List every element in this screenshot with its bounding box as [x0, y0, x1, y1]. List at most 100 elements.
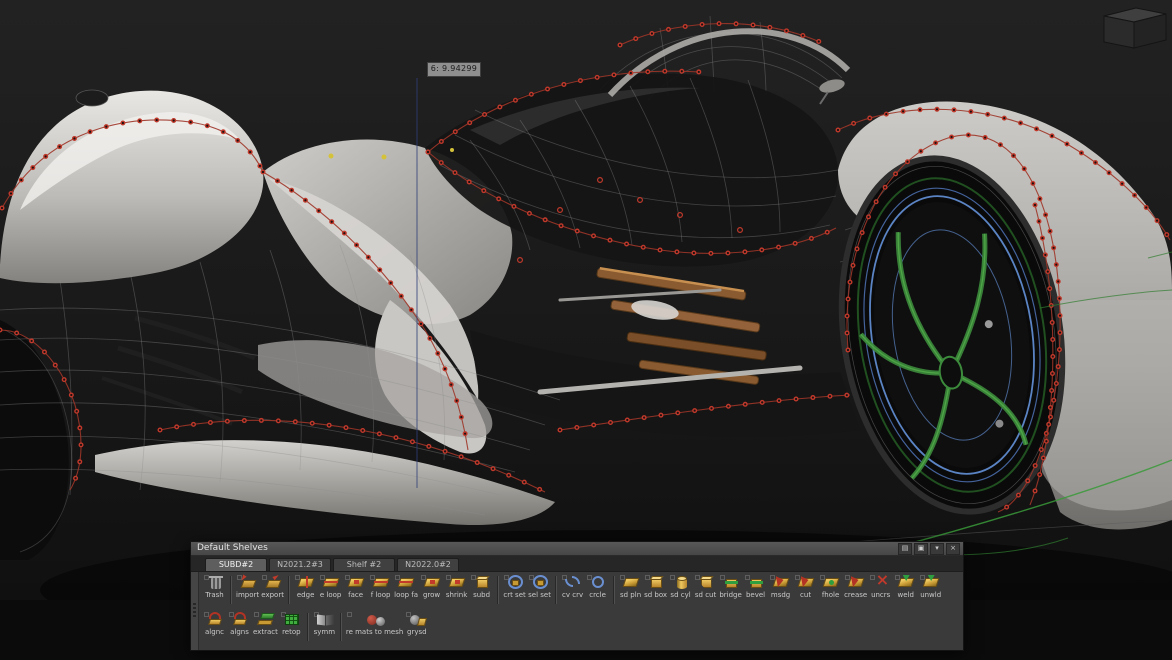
shelf-button-label: re mats to mesh: [346, 628, 403, 637]
shelf-button-sd-pln[interactable]: sd pln: [618, 573, 643, 600]
weld-icon: [920, 575, 942, 590]
shelf-button-fhole[interactable]: fhole: [818, 573, 843, 600]
shelf-button-label: sd box: [644, 591, 667, 600]
shelf-button-label: fhole: [822, 591, 839, 600]
viewcube[interactable]: [1104, 8, 1166, 48]
shelf-button-uncrs[interactable]: uncrs: [868, 573, 893, 600]
shelf-button-re-mats-to-mesh[interactable]: re mats to mesh: [345, 610, 404, 637]
cube-gold-icon: [471, 575, 493, 590]
shelf-button-label: grow: [423, 591, 440, 600]
symmetry-icon: [313, 612, 335, 627]
shelf-button-extract[interactable]: extract: [252, 610, 279, 637]
tab-n2021-2-3[interactable]: N2021.2#3: [269, 558, 331, 571]
tab-shelf-2[interactable]: Shelf #2: [333, 558, 395, 571]
plane-fold-icon: [795, 575, 817, 590]
shelf-button-cv-crv[interactable]: cv crv: [560, 573, 585, 600]
shelf-button-label: import: [236, 591, 259, 600]
shelf-button-label: grysd: [407, 628, 427, 637]
tab-subd-2[interactable]: SUBD#2: [205, 558, 267, 571]
shelf-button-label: e loop: [320, 591, 342, 600]
shelf-button-label: msdg: [771, 591, 790, 600]
shelf-button-e-loop[interactable]: e loop: [318, 573, 343, 600]
group-divider: [288, 576, 290, 604]
cube-green-icon: [720, 575, 742, 590]
plane-red-face-icon: [345, 575, 367, 590]
shelf-button-algns[interactable]: algns: [227, 610, 252, 637]
plane-gold-icon: [620, 575, 642, 590]
shelf-button-unwld[interactable]: unwld: [918, 573, 943, 600]
shelf-button-loop-fa[interactable]: loop fa: [393, 573, 419, 600]
titlebar-buttons: ▤▣▾×: [896, 543, 960, 555]
shelf-button-face[interactable]: face: [343, 573, 368, 600]
shelf-button-sel-set[interactable]: sel set: [527, 573, 552, 600]
shelf-button-import[interactable]: import: [235, 573, 260, 600]
shelf-button-label: shrink: [446, 591, 467, 600]
shelf-button-algnc[interactable]: algnc: [202, 610, 227, 637]
shelf-button-sd-cyl[interactable]: sd cyl: [668, 573, 693, 600]
shelf-button-edge[interactable]: edge: [293, 573, 318, 600]
shelf-titlebar[interactable]: Default Shelves ▤▣▾×: [191, 542, 963, 556]
minimize-button[interactable]: ▤: [898, 543, 912, 555]
tab-n2022-0-2[interactable]: N2022.0#2: [397, 558, 459, 571]
shelf-button-subd[interactable]: subd: [469, 573, 494, 600]
shelf-button-retop[interactable]: retop: [279, 610, 304, 637]
shelf-tabbar: SUBD#2N2021.2#3Shelf #2N2022.0#2: [191, 556, 963, 571]
group-divider: [340, 613, 342, 641]
circle-set-icon: [504, 575, 526, 590]
shelf-button-label: bevel: [746, 591, 765, 600]
restore-button[interactable]: ▣: [914, 543, 928, 555]
shelf-button-sd-box[interactable]: sd box: [643, 573, 668, 600]
shelf-button-cut[interactable]: cut: [793, 573, 818, 600]
shelf-button-shrink[interactable]: shrink: [444, 573, 469, 600]
plane-red-loop-icon: [320, 575, 342, 590]
shelf-button-bridge[interactable]: bridge: [718, 573, 743, 600]
align-icon: [204, 612, 226, 627]
shelf-button-symm[interactable]: symm: [312, 610, 337, 637]
plane-fold-icon: [845, 575, 867, 590]
plane-hole-icon: [820, 575, 842, 590]
shelf-button-weld[interactable]: weld: [893, 573, 918, 600]
shelf-button-grow[interactable]: grow: [419, 573, 444, 600]
shelf-button-label: crcle: [589, 591, 606, 600]
shelf-button-f-loop[interactable]: f loop: [368, 573, 393, 600]
shelf-button-label: Trash: [205, 591, 224, 600]
shelf-button-crcle[interactable]: crcle: [585, 573, 610, 600]
shelf-row: Trash importexport edge e loop face f looploo…: [202, 573, 960, 610]
shelf-button-bevel[interactable]: bevel: [743, 573, 768, 600]
cube-cut-icon: [695, 575, 717, 590]
shelf-button-label: sel set: [528, 591, 551, 600]
plane-red-loop-icon: [395, 575, 417, 590]
export-icon: [262, 575, 284, 590]
shelf-button-label: edge: [297, 591, 315, 600]
extract-icon: [254, 612, 276, 627]
shelf-button-label: uncrs: [871, 591, 890, 600]
collapse-button[interactable]: ▾: [930, 543, 944, 555]
shelf-button-label: weld: [897, 591, 913, 600]
curve-icon: [562, 575, 584, 590]
retopo-icon: [280, 612, 302, 627]
shelf-button-crt-set[interactable]: crt set: [502, 573, 527, 600]
shelf-button-export[interactable]: export: [260, 573, 285, 600]
shelf-button-label: retop: [282, 628, 301, 637]
shelf-button-grysd[interactable]: grysd: [404, 610, 429, 637]
cube-gold-icon: [645, 575, 667, 590]
shelf-button-label: export: [261, 591, 284, 600]
measurement-readout: 6: 9.94299: [427, 62, 481, 77]
shelf-grip-handle[interactable]: [191, 572, 199, 650]
circle-icon: [587, 575, 609, 590]
trash-icon: [204, 575, 226, 590]
shelf-title: Default Shelves: [194, 542, 896, 555]
plane-red-edge-icon: [295, 575, 317, 590]
shelf-button-msdg[interactable]: msdg: [768, 573, 793, 600]
weld-icon: [895, 575, 917, 590]
shelf-button-trash[interactable]: Trash: [202, 573, 227, 600]
red-x-icon: [870, 575, 892, 590]
shelf-button-label: extract: [253, 628, 278, 637]
shelf-button-label: face: [348, 591, 363, 600]
shelf-button-label: crease: [844, 591, 867, 600]
shelf-button-sd-cut[interactable]: sd cut: [693, 573, 718, 600]
plane-red-face-icon: [421, 575, 443, 590]
shelf-button-label: unwld: [920, 591, 941, 600]
close-button[interactable]: ×: [946, 543, 960, 555]
shelf-button-crease[interactable]: crease: [843, 573, 868, 600]
